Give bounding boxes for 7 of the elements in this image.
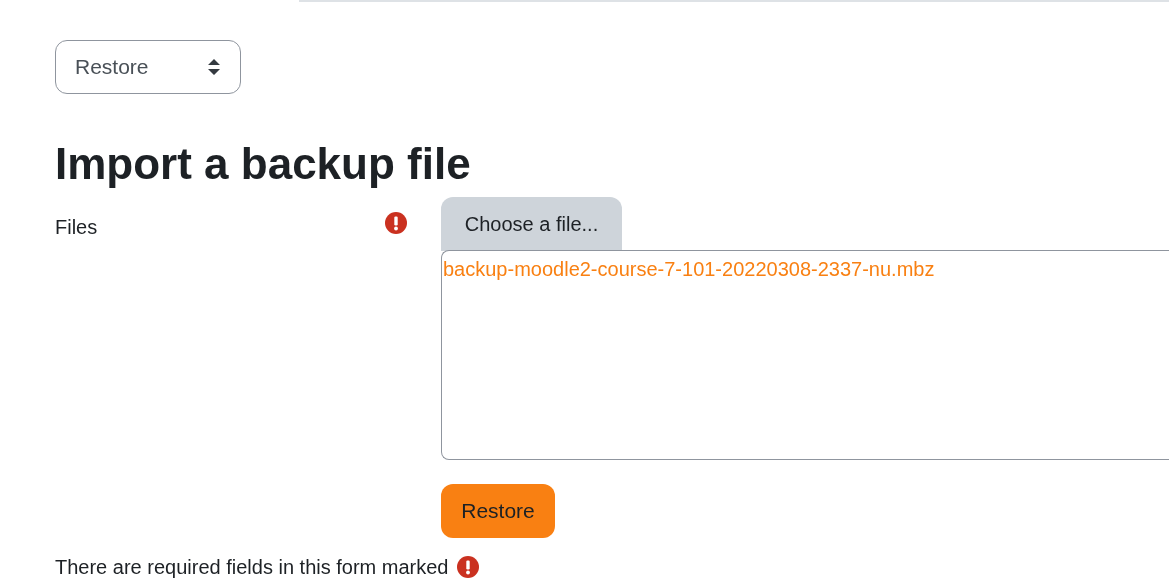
field-label: Files bbox=[55, 215, 98, 240]
restore-button[interactable]: Restore bbox=[441, 484, 555, 538]
page-heading: Import a backup file bbox=[55, 138, 471, 190]
choose-file-button[interactable]: Choose a file... bbox=[441, 197, 622, 251]
sort-arrows-icon bbox=[207, 57, 221, 77]
required-fields-note: There are required fields in this form marked bbox=[55, 555, 449, 580]
action-select[interactable]: Restore bbox=[55, 40, 241, 94]
